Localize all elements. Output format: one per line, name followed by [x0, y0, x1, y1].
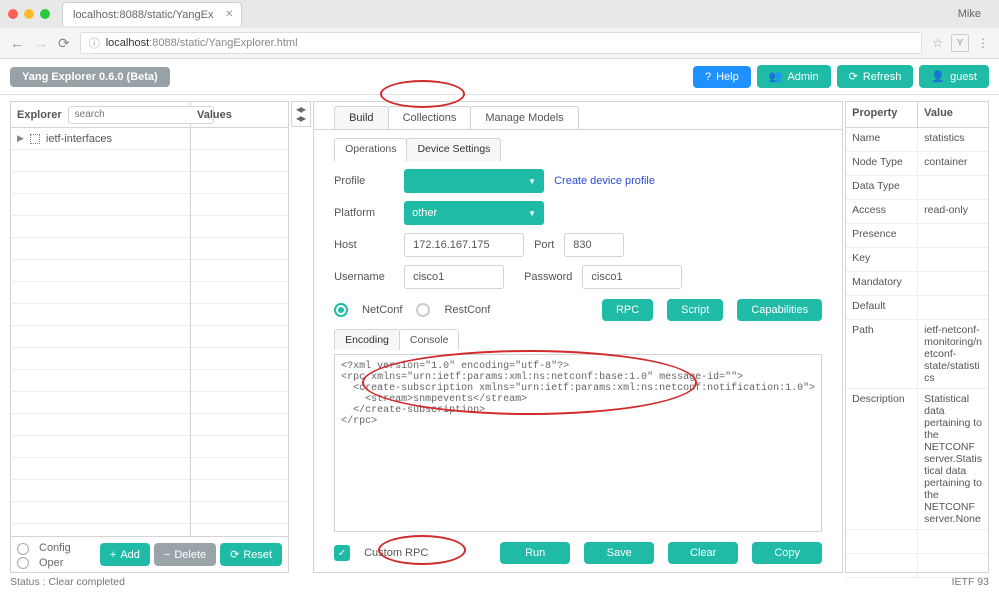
profile-label: Profile — [334, 175, 394, 187]
clear-button[interactable]: Clear — [668, 542, 738, 564]
copy-button[interactable]: Copy — [752, 542, 822, 564]
prop-row — [846, 554, 988, 578]
restconf-radio[interactable] — [416, 303, 430, 317]
url-path: :8088/static/YangExplorer.html — [149, 37, 297, 49]
collapse-handle[interactable]: ◀▸ ◂▶ — [291, 101, 311, 127]
value-header: Value — [918, 102, 988, 127]
platform-label: Platform — [334, 207, 394, 219]
explorer-label: Explorer — [17, 109, 62, 121]
browser-tab[interactable]: localhost:8088/static/YangEx ✕ — [62, 2, 242, 26]
collapse-right-icon: ◂▶ — [296, 114, 306, 123]
reset-icon: ⟳ — [230, 548, 239, 561]
prop-row — [846, 530, 988, 554]
tree-item-label: ietf-interfaces — [46, 133, 112, 145]
custom-rpc-checkbox[interactable]: ✓ — [334, 545, 350, 561]
console-tab[interactable]: Console — [399, 329, 460, 350]
close-tab-icon[interactable]: ✕ — [225, 9, 233, 20]
profile-dropdown[interactable]: ▼ — [404, 169, 544, 193]
admin-button[interactable]: 👥Admin — [757, 65, 831, 88]
prop-row: Key — [846, 248, 988, 272]
help-button[interactable]: ?Help — [693, 66, 751, 88]
url-host: localhost — [106, 37, 149, 49]
refresh-button[interactable]: ⟳Refresh — [837, 65, 914, 88]
username-input[interactable] — [404, 265, 504, 289]
save-button[interactable]: Save — [584, 542, 654, 564]
port-input[interactable] — [564, 233, 624, 257]
tab-manage-models[interactable]: Manage Models — [470, 106, 578, 129]
prop-row: Node Typecontainer — [846, 152, 988, 176]
window-max-icon[interactable] — [40, 9, 50, 19]
help-icon: ? — [705, 71, 711, 83]
window-close-icon[interactable] — [8, 9, 18, 19]
prop-row: Data Type — [846, 176, 988, 200]
users-icon: 👥 — [769, 70, 783, 83]
username-label: Username — [334, 271, 394, 283]
oper-radio[interactable]: Oper — [17, 557, 73, 569]
status-right: IETF 93 — [952, 576, 989, 588]
host-input[interactable] — [404, 233, 524, 257]
address-bar[interactable]: ⓘ localhost:8088/static/YangExplorer.htm… — [80, 32, 923, 54]
info-icon[interactable]: ⓘ — [89, 35, 100, 51]
build-panel: Build Collections Manage Models Operatio… — [313, 101, 843, 573]
rpc-button[interactable]: RPC — [602, 299, 653, 321]
properties-panel: Property Value Namestatistics Node Typec… — [845, 101, 989, 573]
netconf-radio[interactable] — [334, 303, 348, 317]
minus-icon: − — [164, 549, 170, 561]
module-icon — [30, 134, 40, 144]
tab-title: localhost:8088/static/YangEx — [73, 9, 213, 21]
encoding-tab[interactable]: Encoding — [334, 329, 400, 350]
guest-button[interactable]: 👤guest — [919, 65, 989, 88]
create-profile-link[interactable]: Create device profile — [554, 175, 655, 187]
password-label: Password — [524, 271, 572, 283]
subtab-device-settings[interactable]: Device Settings — [406, 138, 501, 162]
tab-build[interactable]: Build — [334, 106, 388, 129]
capabilities-button[interactable]: Capabilities — [737, 299, 822, 321]
delete-button[interactable]: −Delete — [154, 543, 216, 566]
reload-icon[interactable]: ⟳ — [58, 35, 70, 52]
prop-row: Presence — [846, 224, 988, 248]
rpc-textarea[interactable]: <?xml version="1.0" encoding="utf-8"?> <… — [334, 354, 822, 532]
port-label: Port — [534, 239, 554, 251]
custom-rpc-label: Custom RPC — [364, 547, 428, 559]
user-icon: 👤 — [931, 70, 945, 83]
prop-row: Namestatistics — [846, 128, 988, 152]
refresh-icon: ⟳ — [849, 70, 858, 83]
restconf-label: RestConf — [444, 304, 490, 316]
expand-icon[interactable]: ▶ — [17, 133, 24, 144]
chevron-down-icon: ▼ — [528, 209, 536, 218]
back-icon[interactable]: ← — [10, 35, 24, 51]
run-button[interactable]: Run — [500, 542, 570, 564]
collapse-left-icon: ◀▸ — [296, 105, 306, 114]
prop-row: Pathietf-netconf-monitoring/netconf-stat… — [846, 320, 988, 389]
chevron-down-icon: ▼ — [528, 177, 536, 186]
star-icon[interactable]: ☆ — [932, 36, 943, 50]
host-label: Host — [334, 239, 394, 251]
netconf-label: NetConf — [362, 304, 402, 316]
platform-dropdown[interactable]: other▼ — [404, 201, 544, 225]
script-button[interactable]: Script — [667, 299, 723, 321]
app-brand: Yang Explorer 0.6.0 (Beta) — [10, 67, 170, 87]
config-radio[interactable]: Config — [17, 542, 81, 554]
plus-icon: + — [110, 549, 116, 561]
add-button[interactable]: +Add — [100, 543, 150, 566]
status-text: Status : Clear completed — [10, 576, 125, 588]
password-input[interactable] — [582, 265, 682, 289]
menu-icon[interactable]: ⋮ — [977, 36, 989, 50]
chrome-profile[interactable]: Mike — [958, 8, 981, 20]
extension-icon[interactable]: Y — [951, 34, 969, 52]
prop-row: Accessread-only — [846, 200, 988, 224]
property-header: Property — [846, 102, 918, 127]
prop-row: Default — [846, 296, 988, 320]
tab-collections[interactable]: Collections — [388, 106, 472, 129]
prop-row: DescriptionStatistical data pertaining t… — [846, 389, 988, 530]
values-label: Values — [191, 109, 288, 121]
forward-icon[interactable]: → — [34, 35, 48, 51]
prop-row: Mandatory — [846, 272, 988, 296]
subtab-operations[interactable]: Operations — [334, 138, 407, 162]
reset-button[interactable]: ⟳Reset — [220, 543, 282, 566]
tree-item[interactable]: ▶ ietf-interfaces — [11, 128, 190, 150]
explorer-panel: Explorer Values ▶ ietf-interfaces Config — [10, 101, 289, 573]
window-min-icon[interactable] — [24, 9, 34, 19]
